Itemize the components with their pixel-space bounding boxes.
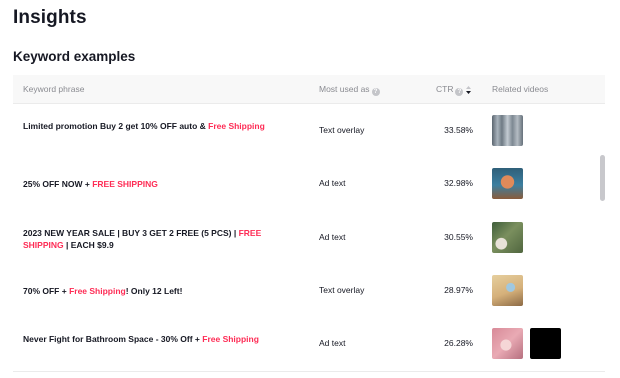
keyword-text: 25% OFF NOW + <box>23 179 93 189</box>
most-used-as: Ad text <box>319 232 346 242</box>
ctr-value: 32.98% <box>444 178 473 188</box>
video-thumbnail-black[interactable] <box>530 328 561 359</box>
most-used-as: Ad text <box>319 178 346 188</box>
keyword-phrase: 2023 NEW YEAR SALE | BUY 3 GET 2 FREE (5… <box>23 227 273 251</box>
section-title: Keyword examples <box>13 49 136 64</box>
scrollbar[interactable] <box>600 155 605 201</box>
column-header-label: Keyword phrase <box>23 84 85 94</box>
ctr-value: 26.28% <box>444 338 473 348</box>
most-used-as: Text overlay <box>319 125 365 135</box>
keyword-text: Never Fight for Bathroom Space - 30% Off… <box>23 334 203 344</box>
ctr-value: 30.55% <box>444 232 473 242</box>
table-row[interactable]: 2023 NEW YEAR SALE | BUY 3 GET 2 FREE (5… <box>13 211 605 264</box>
keyword-text: 2023 NEW YEAR SALE | BUY 3 GET 2 FREE (5… <box>23 228 239 238</box>
info-icon[interactable]: ? <box>371 88 380 96</box>
keyword-highlight: Free Shipping <box>202 334 259 344</box>
most-used-as: Ad text <box>319 338 346 348</box>
table-row[interactable]: 70% OFF + Free Shipping! Only 12 Left! Te… <box>13 264 605 317</box>
related-videos <box>492 115 523 146</box>
related-videos <box>492 275 523 306</box>
column-header-label: Related videos <box>492 84 549 94</box>
keyword-table: Keyword phrase Most used as? CTR? Relate… <box>13 75 605 378</box>
table-row[interactable]: 25% OFF NOW + FREE SHIPPING Ad text 32.98% <box>13 157 605 210</box>
column-header-most-used-as: Most used as? <box>319 75 380 104</box>
video-thumbnail-product[interactable] <box>492 168 523 199</box>
video-thumbnail-bathroom[interactable] <box>492 328 523 359</box>
info-icon[interactable]: ? <box>455 88 464 96</box>
keyword-phrase: 70% OFF + Free Shipping! Only 12 Left! <box>23 285 273 297</box>
video-thumbnail-clothing[interactable] <box>492 115 523 146</box>
keyword-phrase: 25% OFF NOW + FREE SHIPPING <box>23 178 273 190</box>
video-thumbnail-outdoor[interactable] <box>492 222 523 253</box>
table-row[interactable]: Never Fight for Bathroom Space - 30% Off… <box>13 317 605 370</box>
keyword-highlight: Free Shipping <box>69 286 126 296</box>
keyword-text: | EACH $9.9 <box>63 240 114 250</box>
table-row[interactable]: Limited promotion Buy 2 get 10% OFF auto… <box>13 104 605 157</box>
related-videos <box>492 222 523 253</box>
page-title: Insights <box>13 7 87 28</box>
keyword-highlight: Free Shipping <box>208 121 265 131</box>
column-header-label: Most used as <box>319 84 370 94</box>
keyword-highlight: FREE SHIPPING <box>92 179 158 189</box>
sort-descending-icon[interactable] <box>466 86 472 94</box>
column-header-keyword-phrase: Keyword phrase <box>23 75 84 104</box>
ctr-value: 28.97% <box>444 285 473 295</box>
keyword-phrase: Never Fight for Bathroom Space - 30% Off… <box>23 333 273 345</box>
related-videos <box>492 328 561 359</box>
keyword-text: Limited promotion Buy 2 get 10% OFF auto… <box>23 121 209 131</box>
most-used-as: Text overlay <box>319 285 365 295</box>
related-videos <box>492 168 523 199</box>
table-header: Keyword phrase Most used as? CTR? Relate… <box>13 75 605 104</box>
keyword-text: ! Only 12 Left! <box>125 286 183 296</box>
video-thumbnail-demo[interactable] <box>492 275 523 306</box>
keyword-text: 70% OFF + <box>23 286 70 296</box>
column-header-related-videos: Related videos <box>492 75 548 104</box>
table-bottom-divider <box>13 371 605 372</box>
table-body: Limited promotion Buy 2 get 10% OFF auto… <box>13 104 605 371</box>
ctr-value: 33.58% <box>444 125 473 135</box>
column-header-ctr[interactable]: CTR? <box>436 75 472 104</box>
column-header-label: CTR <box>436 84 454 94</box>
keyword-phrase: Limited promotion Buy 2 get 10% OFF auto… <box>23 120 273 132</box>
